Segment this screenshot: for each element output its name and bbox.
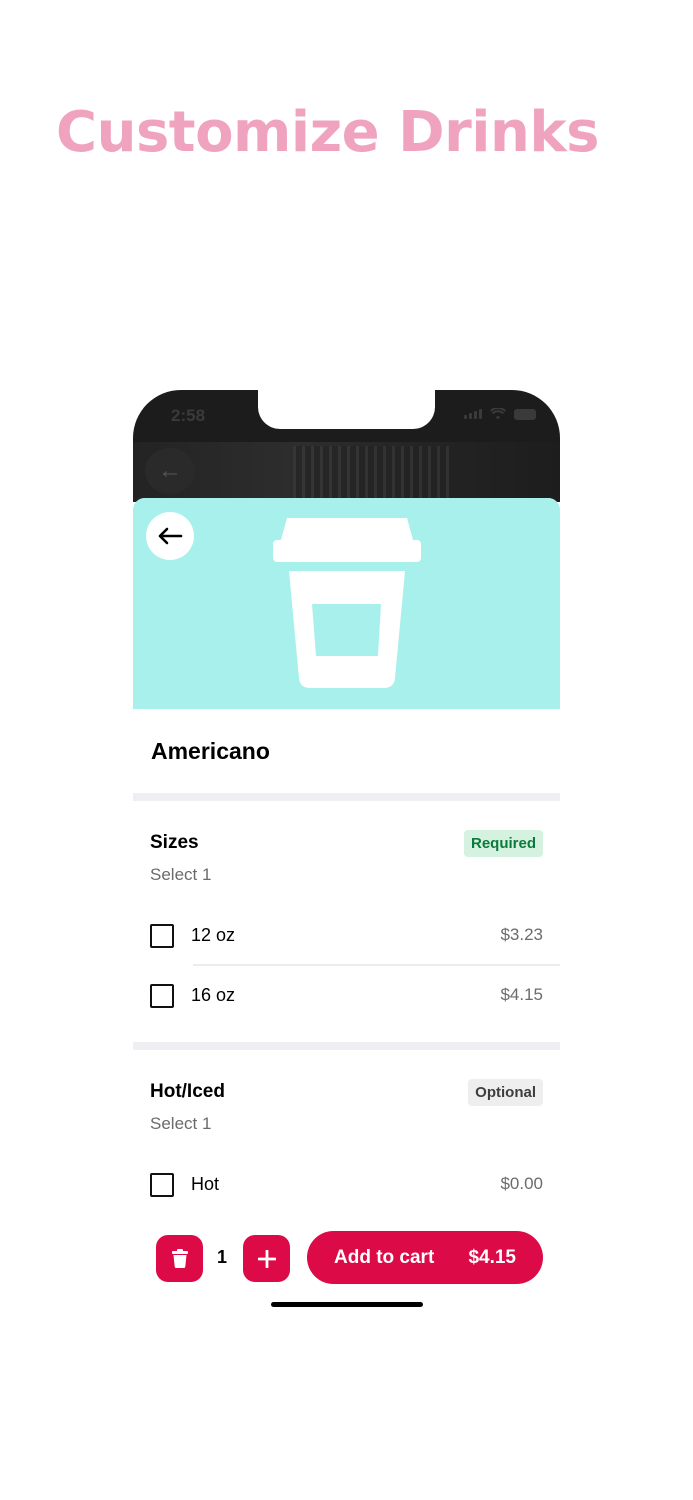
add-to-cart-label: Add to cart [334, 1246, 435, 1268]
plus-icon [257, 1249, 276, 1268]
option-label: 12 oz [191, 925, 236, 945]
section-subtitle-hot-iced: Select 1 [150, 1114, 212, 1133]
coffee-cup-icon [273, 518, 421, 688]
option-row-hot[interactable]: Hot $0.00 [133, 1154, 560, 1214]
battery-icon [514, 408, 536, 420]
product-hero [133, 498, 560, 709]
option-price: $4.15 [500, 985, 543, 1004]
checkbox-12oz[interactable] [150, 924, 174, 948]
section-divider [133, 793, 560, 801]
customize-sheet: Americano Sizes Select 1 Required 12 oz … [133, 498, 560, 1315]
option-price: $3.23 [500, 925, 543, 944]
optional-badge: Optional [468, 1079, 543, 1106]
back-button[interactable] [146, 512, 194, 560]
status-icons [464, 408, 536, 420]
option-row-16oz[interactable]: 16 oz $4.15 [133, 965, 560, 1025]
checkbox-16oz[interactable] [150, 984, 174, 1008]
cart-footer: 1 Add to cart $4.15 [133, 1222, 560, 1292]
cart-total: $4.15 [468, 1246, 516, 1268]
section-subtitle-sizes: Select 1 [150, 865, 212, 884]
required-badge: Required [463, 830, 543, 857]
checkbox-hot[interactable] [150, 1173, 174, 1197]
option-label: Hot [191, 1174, 220, 1194]
wifi-icon [490, 408, 506, 420]
add-to-cart-button[interactable]: Add to cart $4.15 [307, 1231, 543, 1284]
background-screen: ← [133, 442, 560, 502]
status-bar: 2:58 [133, 390, 560, 442]
trash-icon [171, 1249, 188, 1268]
home-indicator [271, 1302, 423, 1307]
background-back-icon: ← [145, 448, 195, 494]
phone-notch [258, 390, 435, 429]
option-row-12oz[interactable]: 12 oz $3.23 [133, 905, 560, 965]
option-price: $0.00 [500, 1174, 543, 1193]
page-headline: Customize Drinks [56, 100, 599, 165]
section-title-hot-iced: Hot/Iced [150, 1081, 225, 1102]
product-name: Americano [151, 738, 270, 764]
remove-item-button[interactable] [156, 1235, 203, 1282]
phone-frame: 2:58 ← Americano Sizes Select 1 Required… [133, 390, 560, 1315]
background-photo [293, 446, 453, 498]
arrow-left-icon [158, 527, 183, 545]
quantity-value: 1 [216, 1247, 227, 1267]
signal-icon [464, 409, 482, 419]
increase-quantity-button[interactable] [243, 1235, 290, 1282]
option-label: 16 oz [191, 985, 236, 1005]
section-divider [133, 1042, 560, 1050]
section-title-sizes: Sizes [150, 832, 199, 853]
status-time: 2:58 [171, 406, 206, 425]
